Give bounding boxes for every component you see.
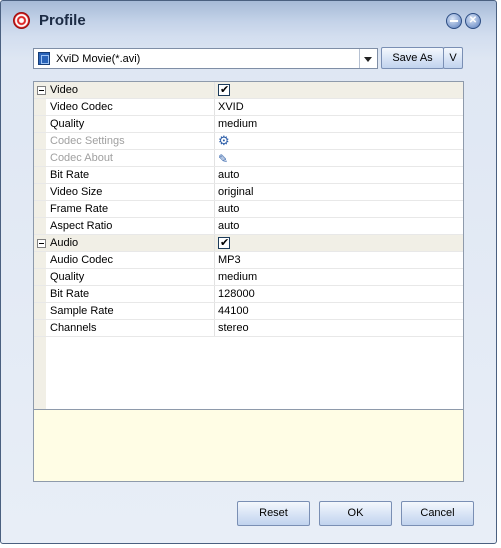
property-value: auto <box>218 220 240 232</box>
title-bar[interactable]: Profile ✕ <box>1 1 496 39</box>
minimize-button[interactable] <box>446 13 462 29</box>
description-panel <box>33 410 464 482</box>
property-row[interactable]: Sample Rate 44100 <box>34 303 463 320</box>
v-button[interactable]: V <box>443 47 463 69</box>
property-value: original <box>218 186 254 198</box>
category-label: Audio <box>50 237 79 249</box>
property-name: Quality <box>50 271 85 283</box>
collapse-icon[interactable] <box>37 239 46 248</box>
property-value: auto <box>218 169 240 181</box>
property-name: Video Codec <box>50 101 113 113</box>
category-label: Video <box>50 84 78 96</box>
gear-icon[interactable]: ⚙ <box>218 135 232 149</box>
property-row: Codec About ✎ <box>34 150 463 167</box>
save-as-button[interactable]: Save As <box>381 47 444 69</box>
property-value: 44100 <box>218 305 249 317</box>
video-file-icon <box>38 52 50 65</box>
property-row[interactable]: Bit Rate auto <box>34 167 463 184</box>
category-video[interactable]: Video <box>34 82 463 99</box>
property-value: MP3 <box>218 254 241 266</box>
property-name: Frame Rate <box>50 203 109 215</box>
property-name: Channels <box>50 322 97 334</box>
edit-icon[interactable]: ✎ <box>218 152 232 166</box>
property-name: Sample Rate <box>50 305 114 317</box>
property-name: Bit Rate <box>50 169 90 181</box>
profile-selected-value: XviD Movie(*.avi) <box>56 53 141 65</box>
property-value: XVID <box>218 101 244 113</box>
property-value: 128000 <box>218 288 255 300</box>
property-row[interactable]: Quality medium <box>34 269 463 286</box>
ok-button[interactable]: OK <box>319 501 392 526</box>
grid-gutter <box>34 337 46 409</box>
cancel-button[interactable]: Cancel <box>401 501 474 526</box>
property-value: auto <box>218 203 240 215</box>
collapse-icon[interactable] <box>37 86 46 95</box>
app-icon <box>13 12 30 29</box>
profile-dropdown[interactable]: XviD Movie(*.avi) <box>33 48 378 69</box>
property-name: Audio Codec <box>50 254 113 266</box>
property-value: stereo <box>218 322 249 334</box>
audio-enabled-checkbox[interactable] <box>218 236 230 249</box>
property-row[interactable]: Audio Codec MP3 <box>34 252 463 269</box>
property-name: Codec Settings <box>50 135 125 147</box>
property-row[interactable]: Bit Rate 128000 <box>34 286 463 303</box>
property-value: medium <box>218 118 258 130</box>
property-name: Quality <box>50 118 85 130</box>
minimize-icon <box>450 20 458 22</box>
property-name: Aspect Ratio <box>50 220 113 232</box>
close-button[interactable]: ✕ <box>465 13 481 29</box>
profile-window: Profile ✕ XviD Movie(*.avi) Save As V Vi… <box>0 0 497 544</box>
category-audio[interactable]: Audio <box>34 235 463 252</box>
property-row: Codec Settings ⚙ <box>34 133 463 150</box>
video-enabled-checkbox[interactable] <box>218 83 230 96</box>
property-row[interactable]: Channels stereo <box>34 320 463 337</box>
property-value: medium <box>218 271 258 283</box>
property-name: Bit Rate <box>50 288 90 300</box>
property-row[interactable]: Frame Rate auto <box>34 201 463 218</box>
window-title: Profile <box>39 12 86 29</box>
property-name: Codec About <box>50 152 113 164</box>
reset-button[interactable]: Reset <box>237 501 310 526</box>
property-row[interactable]: Video Size original <box>34 184 463 201</box>
property-row[interactable]: Quality medium <box>34 116 463 133</box>
close-icon: ✕ <box>468 15 478 26</box>
property-name: Video Size <box>50 186 103 198</box>
property-row[interactable]: Aspect Ratio auto <box>34 218 463 235</box>
property-grid: Video Video Codec XVID Quality medium Co… <box>33 81 464 410</box>
property-row[interactable]: Video Codec XVID <box>34 99 463 116</box>
chevron-down-icon[interactable] <box>359 49 377 68</box>
